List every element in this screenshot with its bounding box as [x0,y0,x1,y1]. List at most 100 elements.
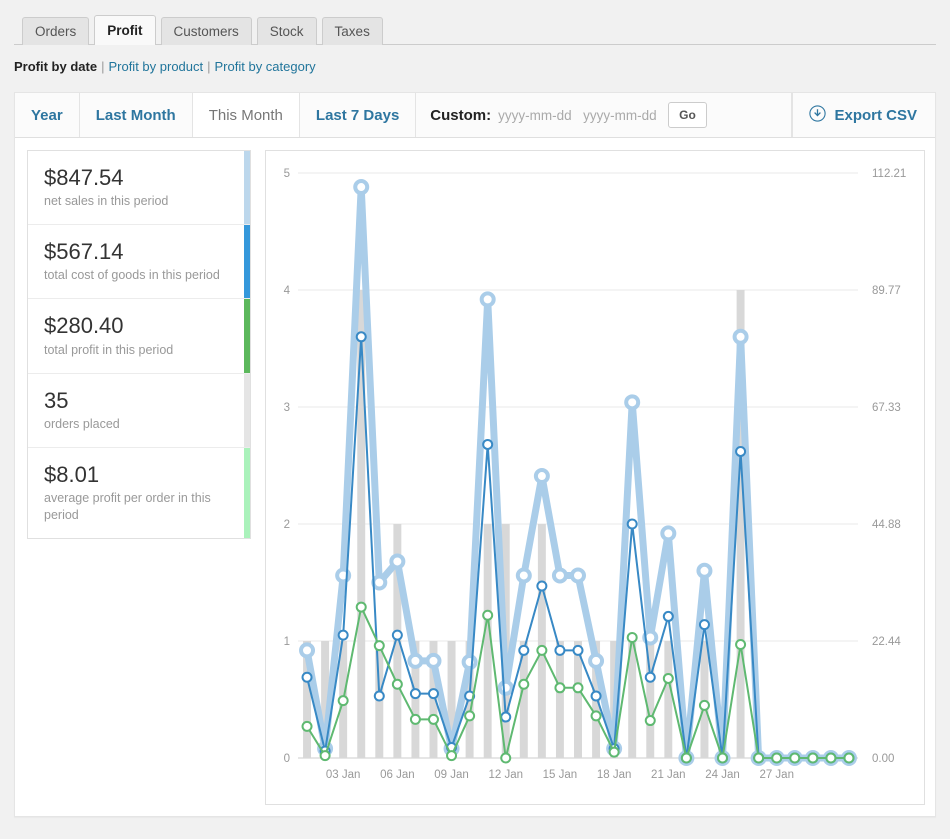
chart-point [303,673,312,682]
range-year[interactable]: Year [15,93,80,137]
chart-point [429,715,438,724]
stat-net-sales: $847.54 net sales in this period [28,151,250,225]
stat-average-profit: $8.01 average profit per order in this p… [28,448,250,538]
stat-label: orders placed [44,416,234,433]
chart-point [375,641,384,650]
chart-point [844,754,853,763]
chart-point [592,711,601,720]
chart-point [339,696,348,705]
chart-point [355,181,367,193]
range-last-month[interactable]: Last Month [80,93,193,137]
chart-point [321,751,330,760]
chart-point [339,631,348,640]
x-axis-tick-label: 12 Jan [488,769,523,781]
export-csv-label: Export CSV [834,107,917,124]
chart-point [772,754,781,763]
chart-point [754,754,763,763]
stat-value: $8.01 [44,462,234,487]
chart-point [646,716,655,725]
range-this-month[interactable]: This Month [193,93,300,137]
chart-point [574,646,583,655]
subnav-profit-by-product[interactable]: Profit by product [108,59,203,74]
tab-taxes[interactable]: Taxes [322,17,383,45]
custom-date-to-input[interactable] [583,104,661,126]
chart-point [628,633,637,642]
stat-color-bar [244,151,250,224]
tab-profit[interactable]: Profit [94,15,155,45]
go-button[interactable]: Go [668,102,707,128]
chart-point [411,689,420,698]
x-axis-tick-label: 18 Jan [597,769,632,781]
chart-point [375,691,384,700]
reports-page: Orders Profit Customers Stock Taxes Prof… [0,0,950,839]
custom-range-label: Custom: [430,107,491,124]
chart-point [464,656,476,668]
chart-point [409,655,421,667]
stat-color-bar [244,225,250,298]
tab-stock[interactable]: Stock [257,17,317,45]
chart-point [698,565,710,577]
chart-point [555,646,564,655]
stat-label: average profit per order in this period [44,490,234,524]
chart-point [574,683,583,692]
chart-point [537,646,546,655]
chart-point [626,396,638,408]
x-axis-tick-label: 27 Jan [759,769,794,781]
chart-point [610,748,619,757]
custom-date-from-input[interactable] [498,104,576,126]
chart-point [303,722,312,731]
stat-color-bar [244,374,250,447]
chart-point [501,754,510,763]
chart-point [536,470,548,482]
chart-point [808,754,817,763]
x-axis-tick-label: 03 Jan [326,769,361,781]
chart-point [572,569,584,581]
chart-point [465,711,474,720]
tab-orders[interactable]: Orders [22,17,89,45]
report-tabs: Orders Profit Customers Stock Taxes [0,0,950,45]
range-last-7-days[interactable]: Last 7 Days [300,93,416,137]
profit-chart[interactable]: 0123450.0022.4444.8867.3389.77112.2103 J… [266,151,924,804]
report-panel: Year Last Month This Month Last 7 Days C… [14,92,936,817]
download-circle-icon [809,105,826,126]
chart-point [391,555,403,567]
chart-point [393,680,402,689]
x-axis-tick-label: 09 Jan [434,769,469,781]
chart-point [373,577,385,589]
left-axis-tick-label: 1 [284,636,290,648]
range-toolbar: Year Last Month This Month Last 7 Days C… [15,93,935,138]
chart-point [483,611,492,620]
export-csv-button[interactable]: Export CSV [792,93,935,137]
tab-customers[interactable]: Customers [161,17,252,45]
chart-bar [357,290,365,758]
x-axis-tick-label: 06 Jan [380,769,415,781]
left-axis-tick-label: 4 [284,285,291,297]
stat-color-bar [244,448,250,538]
subnav-profit-by-category[interactable]: Profit by category [215,59,316,74]
right-axis-tick-label: 89.77 [872,285,901,297]
chart-bar [664,641,672,758]
left-axis-tick-label: 0 [284,753,290,765]
left-axis-tick-label: 3 [284,402,290,414]
chart-point [628,520,637,529]
x-axis-tick-label: 24 Jan [705,769,740,781]
chart-bar [556,641,564,758]
stat-value: $280.40 [44,313,234,338]
chart-point [301,644,313,656]
x-axis-tick-label: 21 Jan [651,769,686,781]
chart-point [500,682,512,694]
left-axis-tick-label: 2 [284,519,290,531]
left-axis-tick-label: 5 [284,168,290,180]
subnav-separator-1: | [101,59,104,74]
chart-point [682,754,691,763]
stat-value: $567.14 [44,239,234,264]
chart-point [427,655,439,667]
chart-point [357,332,366,341]
chart-point [483,440,492,449]
chart-point [735,331,747,343]
stat-orders-placed: 35 orders placed [28,374,250,448]
right-axis-tick-label: 44.88 [872,519,901,531]
stat-total-profit: $280.40 total profit in this period [28,299,250,373]
stat-cost-of-goods: $567.14 total cost of goods in this peri… [28,225,250,299]
chart-point [357,603,366,612]
